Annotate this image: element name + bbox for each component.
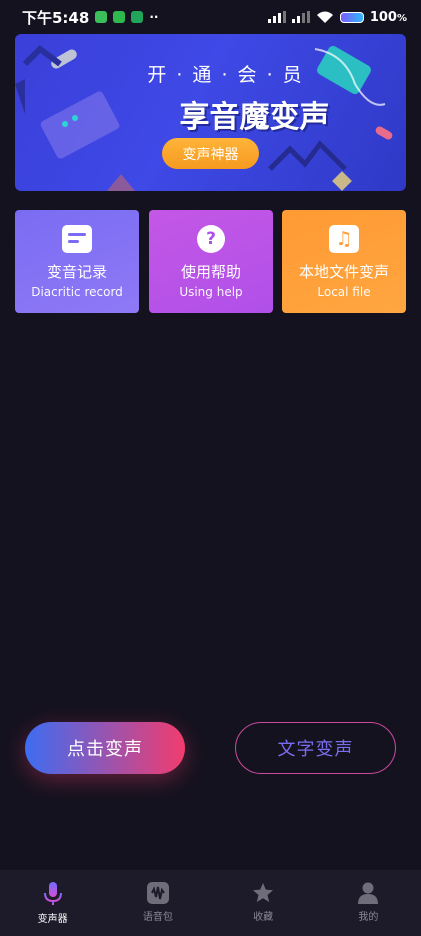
banner-title: 享音魔变声 [179, 100, 330, 135]
feature-cards: 变音记录 Diacritic record ? 使用帮助 Using help … [15, 210, 406, 313]
card-local-file[interactable]: ♫ 本地文件变声 Local file [282, 210, 406, 313]
card-title: 本地文件变声 [298, 263, 389, 281]
banner-subtitle: 开 · 通 · 会 · 员 [147, 64, 304, 86]
tab-voice-pack[interactable]: 语音包 [105, 870, 210, 936]
status-time: 下午5:48 [22, 8, 90, 27]
tab-voice-changer[interactable]: 变声器 [0, 870, 105, 936]
tab-favorites[interactable]: 收藏 [211, 870, 316, 936]
tab-label: 我的 [358, 912, 379, 923]
document-icon [62, 225, 92, 253]
vip-banner[interactable]: 开 · 通 · 会 · 员 享音魔变声 变声神器 [15, 34, 406, 191]
signal-icon [291, 11, 310, 23]
card-subtitle: Diacritic record [31, 285, 123, 299]
audio-wave-icon [146, 882, 169, 904]
signal-icon [267, 11, 286, 23]
status-bar: 下午5:48 ·· 100% [0, 0, 421, 34]
person-icon [358, 882, 379, 904]
card-subtitle: Local file [317, 285, 371, 299]
tab-label: 变声器 [37, 914, 68, 925]
tab-label: 语音包 [142, 912, 173, 923]
notification-app-icon [95, 11, 108, 23]
tab-label: 收藏 [253, 912, 274, 923]
phone-notification-icon [131, 11, 144, 23]
more-notifications-icon: ·· [149, 10, 159, 24]
text-voice-button[interactable]: 文字变声 [235, 722, 396, 774]
battery-icon [339, 11, 364, 23]
tab-profile[interactable]: 我的 [316, 870, 421, 936]
music-note-icon: ♫ [329, 225, 359, 253]
star-icon [253, 883, 274, 902]
banner-button[interactable]: 变声神器 [162, 138, 259, 169]
battery-level: 100% [369, 9, 407, 25]
card-title: 变音记录 [46, 263, 107, 281]
microphone-icon [43, 882, 62, 905]
card-subtitle: Using help [179, 285, 243, 299]
card-help[interactable]: ? 使用帮助 Using help [149, 210, 273, 313]
bottom-tab-bar: 变声器 语音包 收藏 我的 [0, 870, 421, 936]
card-title: 使用帮助 [180, 263, 241, 281]
voice-change-button[interactable]: 点击变声 [25, 722, 185, 774]
notification-app-icon [113, 11, 126, 23]
wifi-icon [316, 11, 333, 23]
status-right: 100% [267, 9, 407, 25]
card-voice-record[interactable]: 变音记录 Diacritic record [15, 210, 139, 313]
help-icon: ? [197, 225, 225, 253]
status-left: 下午5:48 ·· [22, 7, 158, 28]
